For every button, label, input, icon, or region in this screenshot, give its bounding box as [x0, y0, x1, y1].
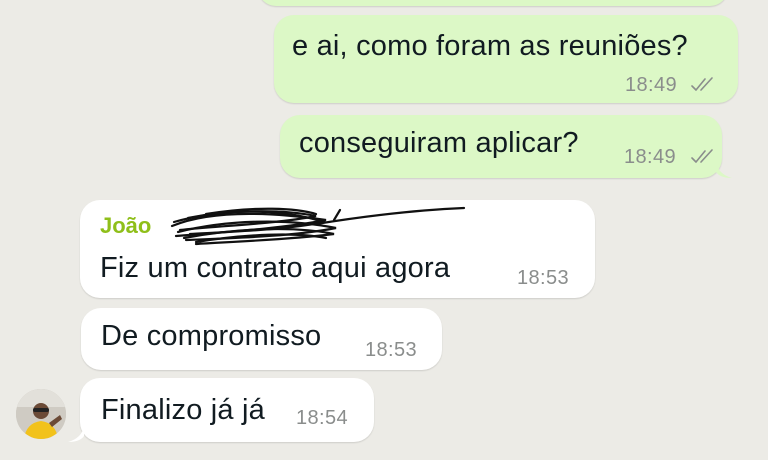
message-text: e ai, como foram as reuniões? [292, 30, 688, 62]
message-timestamp: 18:49 [624, 146, 677, 168]
message-text: conseguiram aplicar? [299, 127, 579, 159]
previous-message-bubble[interactable] [258, 0, 728, 6]
incoming-message-bubble[interactable]: Finalizo já já 18:54 [80, 378, 374, 442]
bubble-tail [68, 426, 84, 442]
chat-area: e ai, como foram as reuniões? 18:49 cons… [0, 0, 768, 460]
message-text: Fiz um contrato aqui agora [100, 252, 451, 284]
double-check-icon [691, 149, 713, 163]
message-text: De compromisso [101, 320, 322, 352]
double-check-icon [691, 77, 713, 91]
message-timestamp: 18:49 [625, 74, 678, 96]
message-timestamp: 18:53 [365, 339, 418, 361]
incoming-message-bubble[interactable]: João Fiz um contrato aqui agora 18:53 [80, 200, 595, 298]
outgoing-message-bubble[interactable]: conseguiram aplicar? 18:49 [280, 115, 722, 178]
message-timestamp: 18:53 [517, 267, 570, 289]
incoming-message-bubble[interactable]: De compromisso 18:53 [81, 308, 442, 370]
message-text: Finalizo já já [101, 394, 265, 426]
message-timestamp: 18:54 [296, 407, 349, 429]
bubble-tail [716, 162, 732, 178]
contact-avatar[interactable] [16, 389, 66, 439]
avatar-icon [16, 389, 66, 439]
redaction-scribble [170, 206, 466, 246]
outgoing-message-bubble[interactable]: e ai, como foram as reuniões? 18:49 [274, 15, 738, 103]
sender-name: João [100, 213, 152, 238]
